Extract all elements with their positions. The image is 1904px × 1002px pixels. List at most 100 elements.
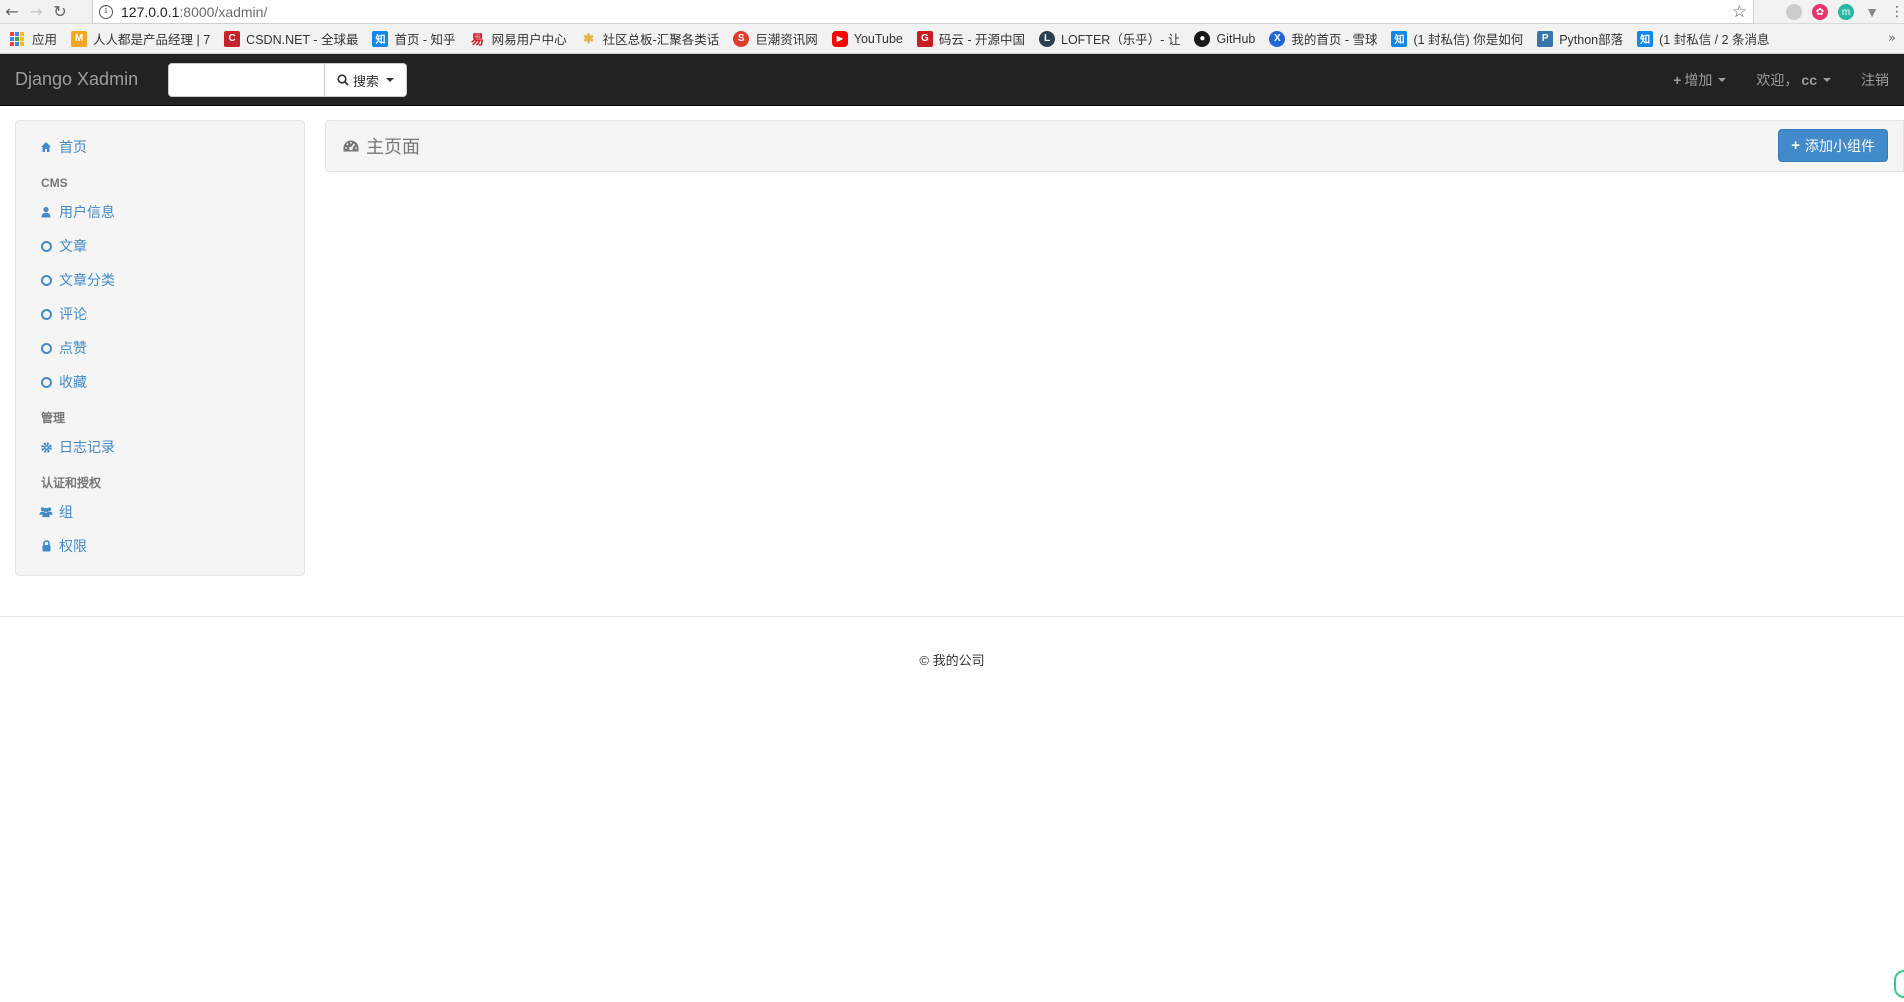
footer-divider [0, 616, 1904, 617]
user-icon [39, 205, 53, 219]
welcome-label: 欢迎， [1756, 72, 1799, 88]
reload-icon[interactable]: ↻ [48, 0, 72, 24]
url-path: :8000/xadmin/ [179, 3, 268, 20]
sidebar-item-log[interactable]: 日志记录 [16, 430, 304, 464]
sidebar-item-comment[interactable]: 评论 [16, 297, 304, 331]
floating-widget-icon[interactable] [1894, 970, 1904, 998]
dashboard-icon [343, 140, 359, 151]
bookmark-label: 首页 - 知乎 [394, 33, 456, 47]
circle-icon [39, 307, 53, 321]
sidebar-item-article-category[interactable]: 文章分类 [16, 263, 304, 297]
sidebar-item-group[interactable]: 组 [16, 495, 304, 529]
sidebar-item-user-info[interactable]: 用户信息 [16, 195, 304, 229]
bookmark-label: 网易用户中心 [491, 33, 567, 47]
bookmark-item[interactable]: P Python部落 [1537, 29, 1623, 48]
sidebar-item-label: 收藏 [59, 374, 87, 390]
sidebar-item-label: 权限 [59, 538, 87, 554]
search-button-label: 搜索 [353, 73, 380, 89]
bookmarks-bar: 应用 M 人人都是产品经理 | 7 C CSDN.NET - 全球最 知 首页 … [0, 24, 1904, 54]
circle-icon [39, 239, 53, 253]
netease-icon: 易 [471, 32, 485, 47]
navbar-right: + 增加 欢迎， cc 注销 [1658, 54, 1904, 106]
page-header-panel: 主页面 + 添加小组件 [325, 120, 1904, 172]
plus-icon: + [1791, 137, 1800, 154]
vue-devtools-icon[interactable]: ▼ [1864, 4, 1880, 20]
browser-menu-icon[interactable]: ⋮ [1890, 4, 1904, 20]
bookmark-label: CSDN.NET - 全球最 [246, 33, 359, 47]
sidebar-item-permission[interactable]: 权限 [16, 529, 304, 563]
chevron-down-icon [1823, 78, 1831, 82]
back-icon[interactable]: ← [0, 0, 24, 24]
sidebar-item-home[interactable]: 首页 [16, 130, 304, 164]
bookmark-label: (1 封私信) 你是如何 [1413, 33, 1524, 47]
zhihu-icon: 知 [1637, 30, 1654, 47]
bookmark-item[interactable]: S 巨潮资讯网 [733, 29, 818, 48]
sidebar-section-header: 认证和授权 [41, 476, 102, 490]
bookmark-label: (1 封私信 / 2 条消息 [1659, 33, 1770, 47]
sidebar-section-header: 管理 [41, 411, 66, 425]
search-input[interactable] [168, 63, 325, 97]
logout-link[interactable]: 注销 [1846, 70, 1904, 90]
bookmark-label: LOFTER（乐乎）- 让 [1061, 33, 1181, 47]
bookmarks-overflow-icon[interactable]: » [1888, 31, 1896, 46]
bookmark-label: 码云 - 开源中国 [938, 33, 1025, 47]
csdn-icon: C [224, 30, 241, 47]
group-icon [39, 505, 53, 519]
cog-icon [39, 440, 53, 454]
bookmark-item[interactable]: 易 网易用户中心 [470, 29, 567, 48]
footer-copyright: © 我的公司 [919, 653, 985, 668]
main-container: 首页 CMS 用户信息 文章 文章分类 评论 点赞 收藏 管理 日志记录 认证和… [0, 106, 1904, 668]
bookmark-item[interactable]: G 码云 - 开源中国 [916, 29, 1025, 48]
url-host: 127.0.0.1 [121, 3, 180, 20]
sidebar-item-favorite[interactable]: 收藏 [16, 365, 304, 399]
extension-icon-3[interactable]: m [1838, 4, 1854, 20]
bookmark-item[interactable]: C CSDN.NET - 全球最 [224, 29, 358, 48]
search-button[interactable]: 搜索 [325, 63, 408, 97]
bookmark-item[interactable]: 知 (1 封私信) 你是如何 [1391, 29, 1523, 48]
chevron-down-icon [386, 78, 395, 82]
circle-icon [39, 341, 53, 355]
sidebar-item-label: 评论 [59, 306, 87, 322]
sidebar-item-like[interactable]: 点赞 [16, 331, 304, 365]
bookmark-item[interactable]: ✱ 社区总板-汇聚各类话 [581, 29, 719, 48]
xueqiu-icon: X [1269, 30, 1286, 47]
bookmark-item[interactable]: ● GitHub [1194, 30, 1255, 47]
extension-icon-1[interactable] [1786, 4, 1802, 20]
sidebar: 首页 CMS 用户信息 文章 文章分类 评论 点赞 收藏 管理 日志记录 认证和… [15, 120, 305, 576]
bookmark-label: 人人都是产品经理 | 7 [93, 33, 211, 47]
zhihu-icon: 知 [1391, 30, 1408, 47]
address-bar[interactable]: i 127.0.0.1:8000/xadmin/ ☆ [92, 0, 1754, 24]
user-menu[interactable]: 欢迎， cc [1741, 70, 1846, 90]
sidebar-section-header: CMS [41, 176, 68, 190]
bookmark-item[interactable]: L LOFTER（乐乎）- 让 [1039, 29, 1180, 48]
circle-icon [39, 273, 53, 287]
cninfo-icon: S [733, 30, 750, 47]
bookmark-item[interactable]: M 人人都是产品经理 | 7 [71, 29, 210, 48]
sidebar-item-article[interactable]: 文章 [16, 229, 304, 263]
bookmark-star-icon[interactable]: ☆ [1732, 2, 1747, 22]
bookmark-item[interactable]: 知 (1 封私信 / 2 条消息 [1637, 29, 1770, 48]
woshipm-icon: M [71, 30, 88, 47]
add-menu[interactable]: + 增加 [1658, 70, 1741, 90]
gitee-icon: G [916, 30, 933, 47]
bookmark-item[interactable]: 知 首页 - 知乎 [372, 29, 456, 48]
brand-logo[interactable]: Django Xadmin [15, 69, 138, 90]
github-icon: ● [1194, 30, 1211, 47]
top-navbar: Django Xadmin 搜索 + 增加 欢迎， cc 注销 [0, 54, 1904, 106]
bookmark-label: Python部落 [1559, 33, 1624, 47]
bookmark-item[interactable]: ▶ YouTube [831, 30, 903, 47]
sidebar-item-label: 文章 [59, 238, 87, 254]
info-icon[interactable]: i [99, 4, 113, 19]
zhihu-icon: 知 [372, 30, 389, 47]
forward-icon[interactable]: → [24, 0, 48, 24]
extension-icon-2[interactable]: ✿ [1812, 4, 1828, 20]
bookmark-item[interactable]: X 我的首页 - 雪球 [1269, 29, 1377, 48]
extension-icons: ✿ m ▼ ⋮ [1786, 0, 1904, 24]
add-widget-button[interactable]: + 添加小组件 [1778, 129, 1888, 162]
bookmark-label: YouTube [853, 31, 903, 46]
sidebar-item-label: 文章分类 [59, 272, 115, 288]
url-text[interactable]: 127.0.0.1:8000/xadmin/ [121, 4, 267, 20]
bookmark-label: 应用 [32, 33, 58, 47]
home-icon [39, 140, 53, 154]
bookmark-apps[interactable]: 应用 [10, 29, 57, 48]
